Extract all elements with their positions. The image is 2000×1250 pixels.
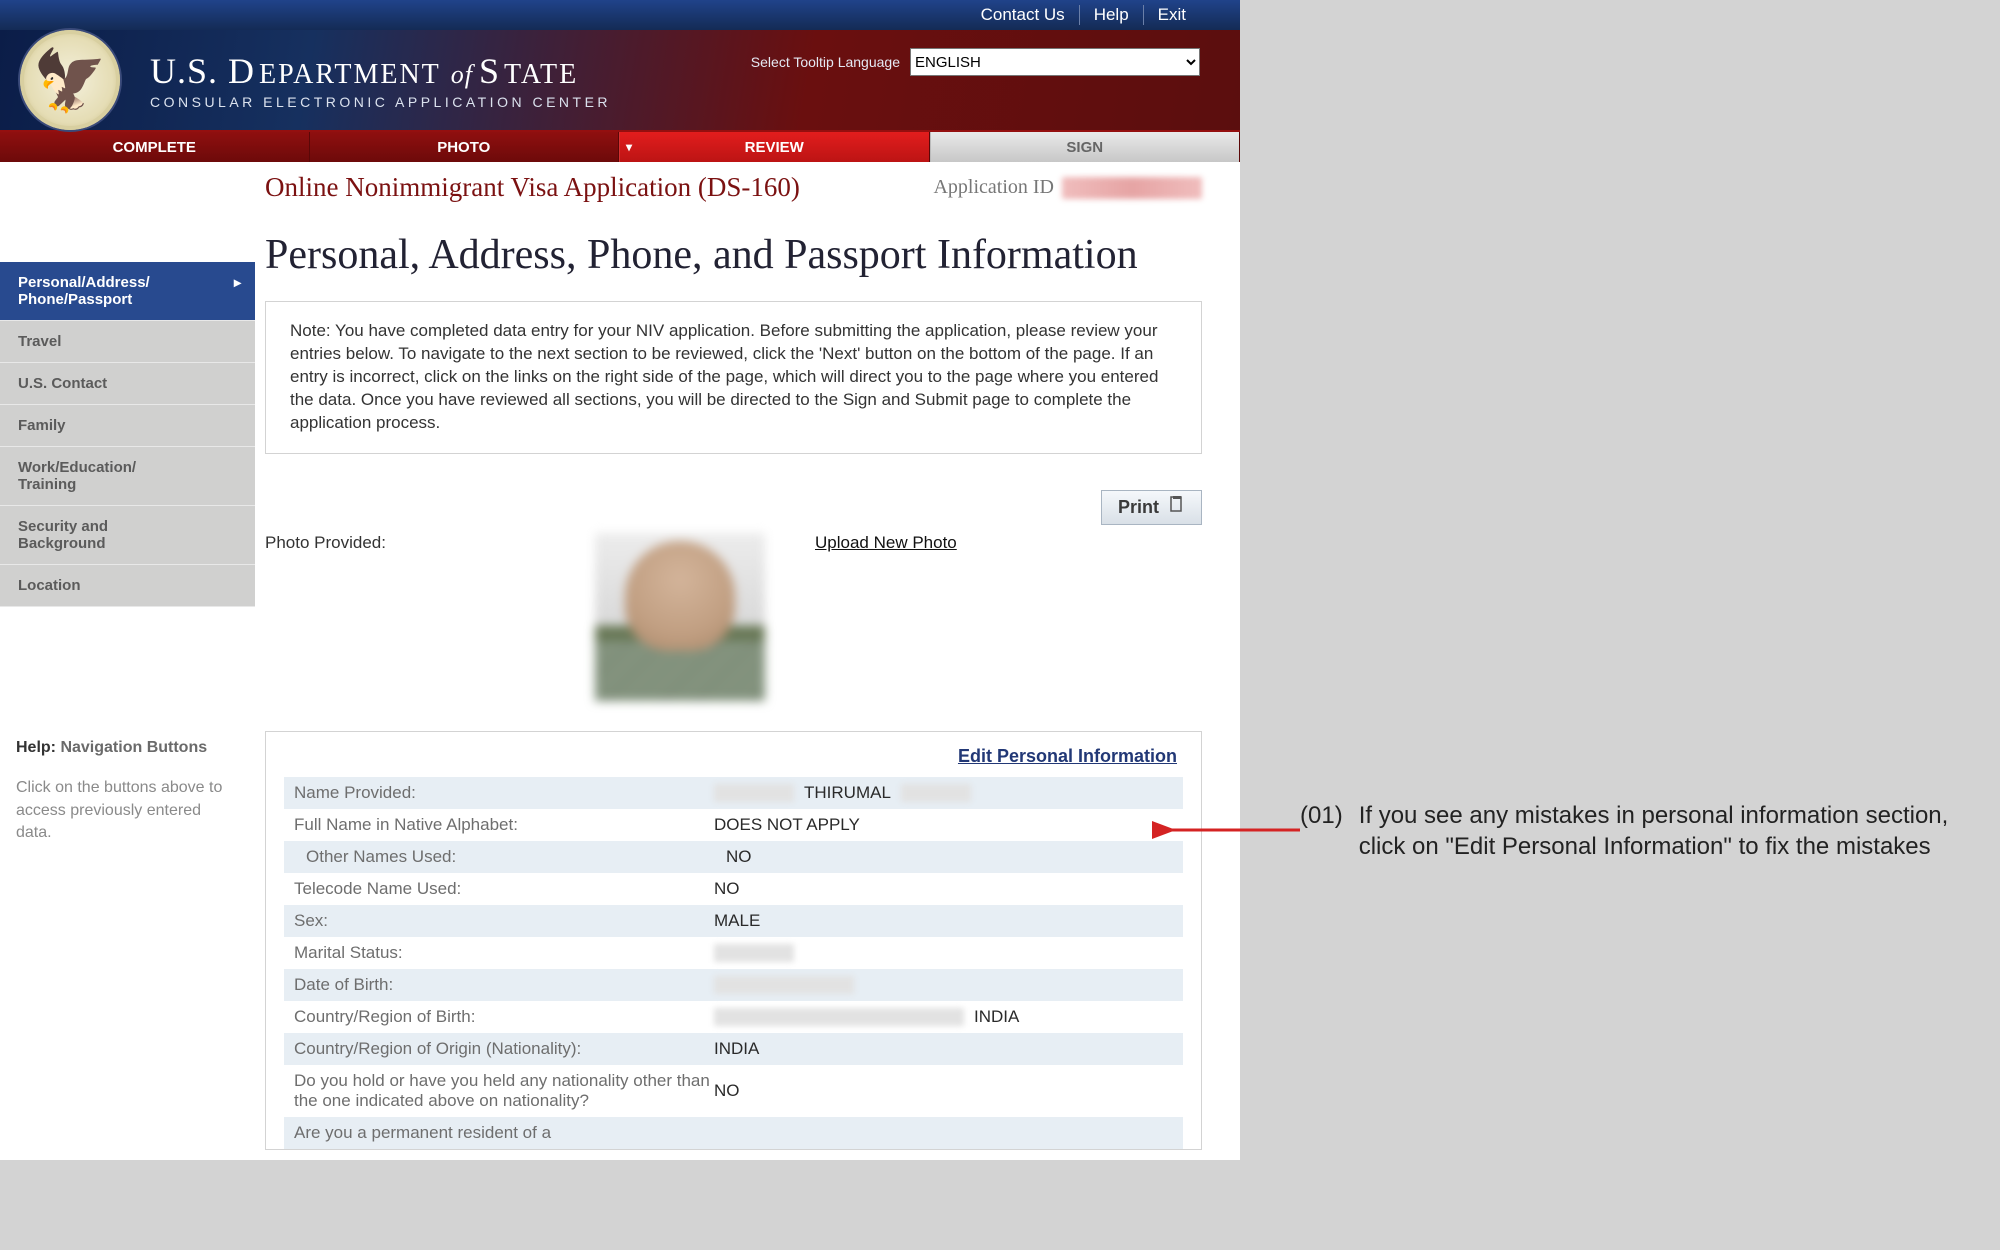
- field-label: Do you hold or have you held any nationa…: [294, 1071, 714, 1111]
- wizard-tabs: COMPLETE PHOTO ▾ REVIEW SIGN: [0, 130, 1240, 162]
- print-icon: [1169, 496, 1185, 519]
- table-row: Marital Status:: [284, 937, 1183, 969]
- table-row: Other Names Used:NO: [284, 841, 1183, 873]
- tab-sign[interactable]: SIGN: [930, 132, 1241, 162]
- tooltip-language-label: Select Tooltip Language: [751, 54, 900, 70]
- sidebar-item-6[interactable]: Location: [0, 565, 255, 607]
- field-value: [714, 975, 1173, 995]
- edit-personal-information-link[interactable]: Edit Personal Information: [284, 746, 1183, 767]
- table-row: Do you hold or have you held any nationa…: [284, 1065, 1183, 1117]
- table-row: Country/Region of Origin (Nationality):I…: [284, 1033, 1183, 1065]
- field-label: Other Names Used:: [294, 847, 726, 867]
- instruction-note: Note: You have completed data entry for …: [265, 301, 1202, 454]
- state-dept-seal-icon: 🦅: [20, 30, 120, 130]
- tab-photo[interactable]: PHOTO: [310, 132, 620, 162]
- application-id: Application ID: [933, 176, 1202, 199]
- field-value: [714, 943, 1173, 963]
- annotation-text: If you see any mistakes in personal info…: [1359, 800, 1979, 862]
- help-label: Help:: [16, 739, 56, 756]
- table-row: Name Provided:THIRUMAL: [284, 777, 1183, 809]
- field-label: Are you a permanent resident of a: [294, 1123, 714, 1143]
- help-link[interactable]: Help: [1079, 5, 1143, 25]
- personal-info-table: Name Provided:THIRUMALFull Name in Nativ…: [284, 777, 1183, 1149]
- table-row: Country/Region of Birth:INDIA: [284, 1001, 1183, 1033]
- sidebar-item-3[interactable]: Family: [0, 405, 255, 447]
- table-row: Telecode Name Used:NO: [284, 873, 1183, 905]
- sidebar-item-1[interactable]: Travel: [0, 321, 255, 363]
- utility-bar: Contact Us Help Exit: [0, 0, 1240, 30]
- table-row: Sex:MALE: [284, 905, 1183, 937]
- field-value: NO: [726, 847, 1173, 867]
- department-subtitle: CONSULAR ELECTRONIC APPLICATION CENTER: [150, 94, 611, 110]
- field-label: Date of Birth:: [294, 975, 714, 995]
- field-label: Marital Status:: [294, 943, 714, 963]
- application-id-value-redacted: [1062, 177, 1202, 199]
- field-value: NO: [714, 1071, 1173, 1111]
- field-label: Sex:: [294, 911, 714, 931]
- table-row: Are you a permanent resident of a: [284, 1117, 1183, 1149]
- field-label: Country/Region of Origin (Nationality):: [294, 1039, 714, 1059]
- app-window: Contact Us Help Exit 🦅 U.S. DEPARTMENTof…: [0, 0, 1240, 1160]
- form-title: Online Nonimmigrant Visa Application (DS…: [265, 172, 800, 203]
- content-area: Personal/Address/ Phone/PassportTravelU.…: [0, 162, 1240, 1160]
- field-value: MALE: [714, 911, 1173, 931]
- table-row: Date of Birth:: [284, 969, 1183, 1001]
- page-title: Personal, Address, Phone, and Passport I…: [265, 231, 1202, 279]
- contact-us-link[interactable]: Contact Us: [967, 5, 1079, 25]
- field-label: Name Provided:: [294, 783, 714, 803]
- field-value: THIRUMAL: [714, 783, 1173, 803]
- personal-info-section: Edit Personal Information Name Provided:…: [265, 731, 1202, 1150]
- exit-link[interactable]: Exit: [1143, 5, 1200, 25]
- applicant-photo: [595, 533, 765, 701]
- field-value: INDIA: [714, 1007, 1173, 1027]
- left-column: Personal/Address/ Phone/PassportTravelU.…: [0, 162, 255, 1160]
- field-label: Full Name in Native Alphabet:: [294, 815, 714, 835]
- sidebar-item-0[interactable]: Personal/Address/ Phone/Passport: [0, 262, 255, 321]
- tab-review[interactable]: ▾ REVIEW: [619, 132, 930, 162]
- sidebar-item-5[interactable]: Security and Background: [0, 506, 255, 565]
- dropdown-indicator-icon: ▾: [626, 140, 632, 154]
- field-value: NO: [714, 879, 1173, 899]
- field-value: [714, 1123, 1173, 1143]
- department-title: U.S. DEPARTMENTofSTATE CONSULAR ELECTRON…: [150, 50, 611, 110]
- application-id-label: Application ID: [933, 176, 1054, 199]
- help-box: Help: Navigation Buttons Click on the bu…: [0, 737, 255, 845]
- help-title: Navigation Buttons: [60, 739, 207, 756]
- annotation-01: (01) If you see any mistakes in personal…: [1300, 800, 1979, 862]
- help-text: Click on the buttons above to access pre…: [16, 777, 239, 844]
- tooltip-language: Select Tooltip Language ENGLISH: [751, 48, 1200, 76]
- print-button[interactable]: Print: [1101, 490, 1202, 525]
- tooltip-language-select[interactable]: ENGLISH: [910, 48, 1200, 76]
- photo-row: Photo Provided: Upload New Photo: [265, 533, 1202, 701]
- field-value: INDIA: [714, 1039, 1173, 1059]
- field-label: Country/Region of Birth:: [294, 1007, 714, 1027]
- annotation-number: (01): [1300, 800, 1343, 862]
- sidebar-item-2[interactable]: U.S. Contact: [0, 363, 255, 405]
- main-column: Online Nonimmigrant Visa Application (DS…: [255, 162, 1240, 1160]
- table-row: Full Name in Native Alphabet:DOES NOT AP…: [284, 809, 1183, 841]
- tab-complete[interactable]: COMPLETE: [0, 132, 310, 162]
- section-nav: Personal/Address/ Phone/PassportTravelU.…: [0, 262, 255, 607]
- upload-new-photo-link[interactable]: Upload New Photo: [815, 533, 957, 553]
- sidebar-item-4[interactable]: Work/Education/ Training: [0, 447, 255, 506]
- field-label: Telecode Name Used:: [294, 879, 714, 899]
- field-value: DOES NOT APPLY: [714, 815, 1173, 835]
- photo-label: Photo Provided:: [265, 533, 465, 553]
- site-banner: 🦅 U.S. DEPARTMENTofSTATE CONSULAR ELECTR…: [0, 30, 1240, 130]
